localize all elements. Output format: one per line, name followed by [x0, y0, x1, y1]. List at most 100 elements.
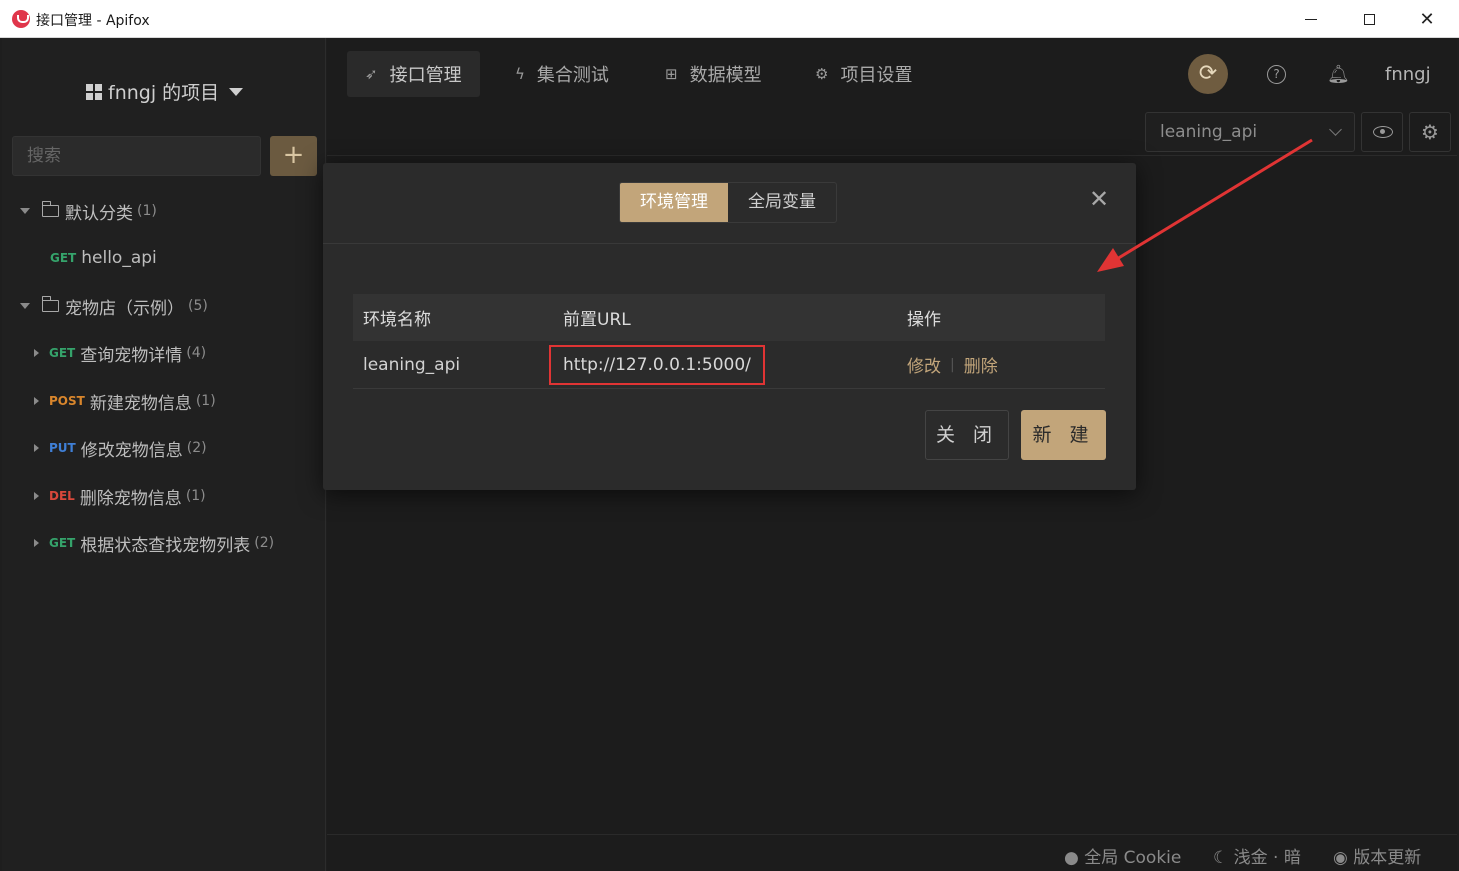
environment-select[interactable]: leaning_api [1145, 112, 1355, 152]
method-badge: POST [49, 394, 85, 408]
dialog-close-icon[interactable]: ✕ [1089, 185, 1109, 213]
maximize-icon [1363, 13, 1375, 25]
method-badge: GET [50, 251, 77, 265]
tab-project-settings[interactable]: ⚙ 项目设置 [797, 51, 930, 97]
tree-count: (1) [137, 203, 157, 219]
gear-icon: ⚙ [1421, 120, 1439, 144]
env-name-cell: leaning_api [363, 354, 461, 375]
sync-icon: ⟳ [1198, 61, 1218, 86]
tab-data-model[interactable]: ⊞ 数据模型 [647, 51, 780, 97]
environment-view-button[interactable] [1361, 112, 1403, 152]
header-divider [327, 155, 1457, 156]
tree-group-delete-pet[interactable]: DEL 删除宠物信息 (1) [34, 484, 206, 509]
tree-api-hello[interactable]: GET hello_api [50, 246, 157, 270]
expand-arrow-icon [20, 303, 30, 309]
tree-group-create-pet[interactable]: POST 新建宠物信息 (1) [34, 389, 216, 414]
tab-api-management[interactable]: ➶ 接口管理 [347, 51, 480, 97]
status-bar: ● 全局 Cookie ☾ 浅金 · 暗 ◉ 版本更新 [327, 834, 1457, 871]
tree-label: 修改宠物信息 [80, 440, 183, 461]
tree-count: (1) [195, 393, 216, 409]
folder-icon [41, 201, 59, 217]
window-title: 接口管理 - Apifox [36, 13, 150, 29]
apifox-logo-icon [12, 10, 30, 28]
environment-table: 环境名称 前置URL 操作 leaning_api http://127.0.0… [353, 294, 1105, 389]
footer-label: 浅金 · 暗 [1233, 848, 1301, 868]
global-cookie-button[interactable]: ● 全局 Cookie [1064, 843, 1181, 868]
environment-settings-button[interactable]: ⚙ [1409, 112, 1451, 152]
collapse-arrow-icon [34, 397, 39, 405]
caret-down-icon [229, 87, 244, 96]
method-badge: GET [49, 346, 76, 360]
maximize-button[interactable] [1340, 0, 1398, 38]
minimize-icon [1305, 18, 1317, 20]
notification-button[interactable]: 🔔︎ [1327, 64, 1350, 85]
question-icon: ? [1273, 67, 1280, 81]
tree-count: (1) [185, 488, 206, 504]
rocket-icon: ➶ [365, 65, 378, 83]
tree-group-query-pet[interactable]: GET 查询宠物详情 (4) [34, 341, 207, 366]
tree-count: (5) [188, 298, 208, 314]
expand-arrow-icon [20, 208, 30, 214]
action-separator: | [950, 356, 955, 373]
close-icon: ✕ [1419, 8, 1435, 30]
tab-label: 项目设置 [840, 65, 913, 86]
environment-management-dialog: 环境管理 全局变量 ✕ 环境名称 前置URL 操作 leaning_api ht… [323, 163, 1136, 490]
collapse-arrow-icon [34, 539, 39, 547]
model-icon: ⊞ [665, 65, 678, 83]
tree-count: (2) [186, 440, 207, 456]
sync-button[interactable]: ⟳ [1188, 54, 1228, 94]
tree-label: 默认分类 [65, 203, 133, 224]
version-update-button[interactable]: ◉ 版本更新 [1333, 843, 1421, 868]
app-window: 接口管理 - Apifox ✕ fnngj 的项目 搜索 + 默认分类 (1) … [0, 0, 1459, 871]
tab-label: 集合测试 [536, 65, 609, 86]
dialog-divider [323, 243, 1136, 244]
tab-label: 接口管理 [389, 65, 462, 86]
collapse-arrow-icon [34, 444, 39, 452]
base-url-value: http://127.0.0.1:5000/ [549, 344, 765, 385]
bell-icon: 🔔︎ [1327, 64, 1350, 85]
actions-cell: 修改 | 删除 [907, 341, 998, 388]
title-bar: 接口管理 - Apifox ✕ [0, 0, 1459, 38]
gear-icon: ⚙ [815, 65, 829, 83]
footer-label: 全局 Cookie [1084, 848, 1182, 868]
tree-count: (4) [186, 345, 207, 361]
project-switcher[interactable]: fnngj 的项目 [86, 78, 244, 105]
tree-group-update-pet[interactable]: PUT 修改宠物信息 (2) [34, 436, 207, 461]
search-input[interactable]: 搜索 [12, 136, 261, 176]
tree-label: 新建宠物信息 [89, 393, 192, 414]
base-url-cell: http://127.0.0.1:5000/ [549, 341, 765, 388]
tree-label: 根据状态查找宠物列表 [80, 535, 251, 556]
theme-switch-button[interactable]: ☾ 浅金 · 暗 [1213, 843, 1301, 868]
user-menu[interactable]: fnngj [1385, 64, 1431, 85]
method-badge: PUT [49, 441, 76, 455]
grid-icon [86, 83, 102, 100]
collapse-arrow-icon [34, 349, 39, 357]
eye-icon: ◉ [1333, 848, 1348, 868]
tree-group-find-by-status[interactable]: GET 根据状态查找宠物列表 (2) [34, 531, 274, 556]
table-row: leaning_api http://127.0.0.1:5000/ 修改 | … [353, 341, 1105, 389]
tab-collection-test[interactable]: ϟ 集合测试 [497, 51, 627, 97]
cookie-icon: ● [1064, 848, 1079, 868]
tree-label: 删除宠物信息 [79, 488, 182, 509]
edit-link[interactable]: 修改 [907, 352, 941, 377]
tree-label: hello_api [81, 248, 157, 268]
tab-environment-management[interactable]: 环境管理 [620, 183, 728, 222]
tree-folder-petstore[interactable]: 宠物店（示例） (5) [20, 294, 208, 319]
tab-global-variables[interactable]: 全局变量 [728, 183, 836, 222]
footer-label: 版本更新 [1353, 848, 1422, 868]
delete-link[interactable]: 删除 [964, 352, 998, 377]
help-button[interactable]: ? [1267, 65, 1286, 84]
header-base-url: 前置URL [563, 310, 631, 330]
add-button[interactable]: + [270, 136, 317, 176]
collapse-arrow-icon [34, 492, 39, 500]
header-env-name: 环境名称 [363, 310, 431, 330]
sidebar: fnngj 的项目 搜索 + 默认分类 (1) GET hello_api 宠物… [2, 38, 326, 871]
tree-folder-default[interactable]: 默认分类 (1) [20, 199, 157, 224]
new-environment-button[interactable]: 新 建 [1021, 410, 1106, 460]
lightning-icon: ϟ [515, 65, 525, 83]
minimize-button[interactable] [1282, 0, 1340, 38]
close-button[interactable]: 关 闭 [925, 410, 1009, 460]
window-close-button[interactable]: ✕ [1398, 0, 1456, 38]
header-actions: 操作 [907, 310, 941, 330]
folder-icon [41, 296, 59, 312]
